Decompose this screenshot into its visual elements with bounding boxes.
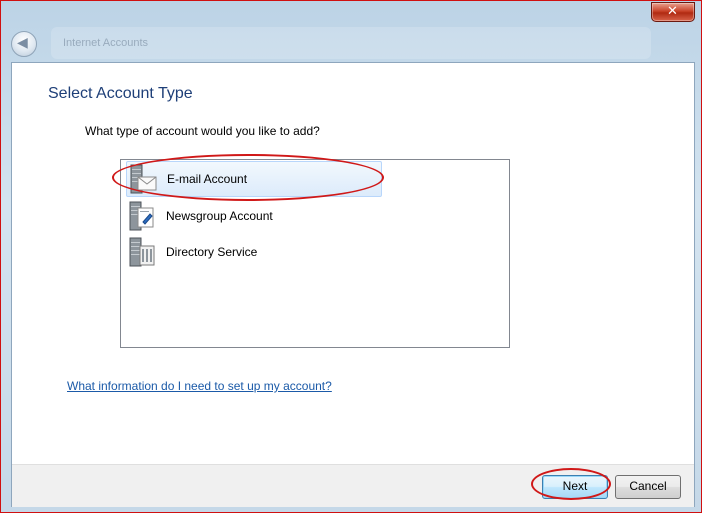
- close-icon: ✕: [667, 4, 678, 19]
- back-arrow-icon: ◀: [17, 35, 28, 51]
- help-link[interactable]: What information do I need to set up my …: [67, 379, 332, 393]
- list-item-label: Newsgroup Account: [166, 209, 273, 223]
- list-item-newsgroup-account[interactable]: Newsgroup Account: [126, 199, 380, 233]
- close-button[interactable]: ✕: [651, 2, 695, 22]
- window-title: Internet Accounts: [63, 37, 148, 49]
- wizard-footer: Next Cancel: [12, 464, 694, 507]
- annotation-ring-next: [531, 468, 611, 500]
- wizard-content: Select Account Type What type of account…: [11, 62, 695, 507]
- list-item-label: Directory Service: [166, 245, 258, 259]
- newsgroup-server-icon: [128, 200, 156, 232]
- wizard-window: Internet Accounts ✕ ◀ Select Account Typ…: [0, 0, 702, 513]
- page-title: Select Account Type: [48, 85, 193, 102]
- account-type-prompt: What type of account would you like to a…: [85, 124, 320, 138]
- back-button[interactable]: ◀: [11, 31, 37, 57]
- directory-server-icon: [128, 236, 156, 268]
- annotation-ring-email: [112, 154, 384, 201]
- cancel-button[interactable]: Cancel: [615, 475, 681, 499]
- list-item-directory-service[interactable]: Directory Service: [126, 235, 380, 269]
